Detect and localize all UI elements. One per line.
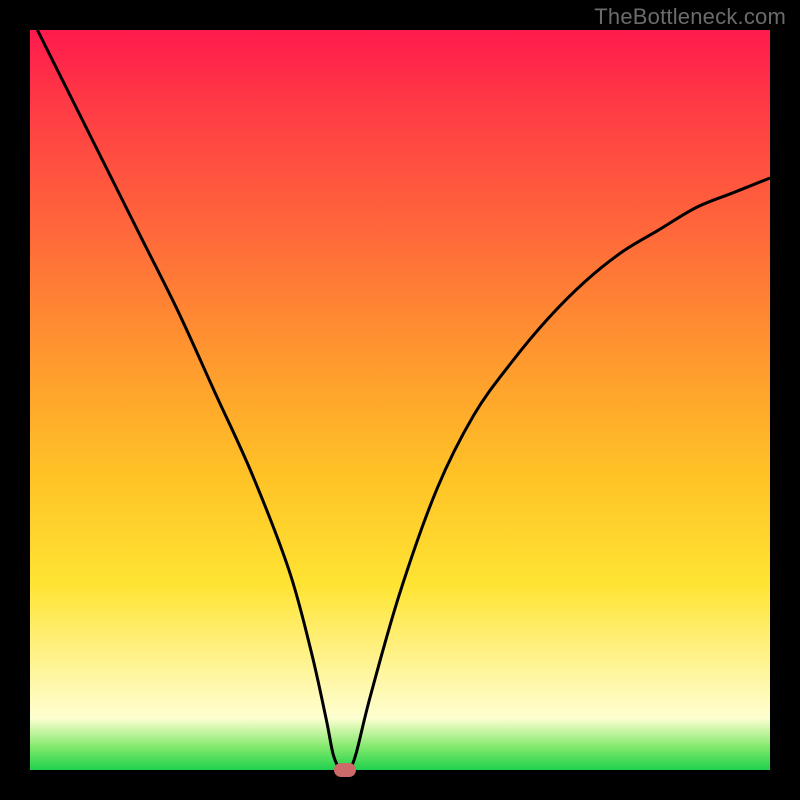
chart-curve-layer <box>30 30 770 770</box>
watermark-text: TheBottleneck.com <box>594 4 786 30</box>
optimal-point-marker <box>334 763 356 777</box>
bottleneck-curve <box>37 30 770 772</box>
chart-frame: TheBottleneck.com <box>0 0 800 800</box>
